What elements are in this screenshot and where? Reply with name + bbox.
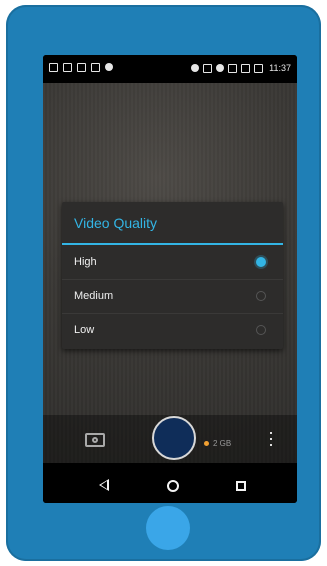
status-bar: 11:37 [43, 55, 297, 83]
status-system: 11:37 [191, 63, 291, 73]
battery-icon [254, 63, 264, 73]
option-label: High [74, 256, 97, 268]
storage-dot-icon [204, 441, 209, 446]
phone-screen: 11:37 Video Quality High Medium Low 2 GB [43, 55, 297, 503]
option-label: Medium [74, 290, 114, 302]
notification-icon [63, 63, 72, 72]
option-high[interactable]: High [62, 246, 283, 279]
shutter-button[interactable] [152, 416, 196, 460]
notification-icon [91, 63, 100, 72]
status-notifications [49, 63, 113, 72]
phone-home-button[interactable] [146, 506, 190, 550]
option-low[interactable]: Low [62, 314, 283, 347]
camera-icon[interactable] [85, 433, 105, 447]
overflow-menu-icon[interactable] [269, 432, 273, 448]
radio-unselected-icon[interactable] [256, 291, 266, 301]
radio-unselected-icon[interactable] [256, 325, 266, 335]
back-icon[interactable] [99, 479, 109, 491]
status-time: 11:37 [269, 63, 291, 73]
notification-icon [77, 63, 86, 72]
wifi-icon [228, 63, 238, 73]
dialog-title: Video Quality [74, 215, 158, 231]
notification-icon [49, 63, 58, 72]
notification-icon [105, 63, 113, 71]
radio-selected-icon[interactable] [256, 257, 266, 267]
bluetooth-icon [203, 63, 213, 73]
recents-icon[interactable] [236, 481, 246, 491]
video-quality-dialog: Video Quality High Medium Low [62, 202, 283, 349]
sync-icon [216, 64, 225, 72]
option-label: Low [74, 324, 95, 336]
storage-text: 2 GB [213, 439, 232, 448]
home-icon[interactable] [167, 480, 179, 492]
camera-controls: 2 GB [43, 415, 297, 471]
navigation-bar [43, 471, 297, 503]
phone-frame: 11:37 Video Quality High Medium Low 2 GB [6, 5, 321, 561]
dialog-divider [62, 243, 283, 245]
storage-indicator: 2 GB [204, 439, 231, 448]
location-icon [191, 64, 200, 72]
signal-icon [241, 63, 251, 73]
option-medium[interactable]: Medium [62, 280, 283, 313]
